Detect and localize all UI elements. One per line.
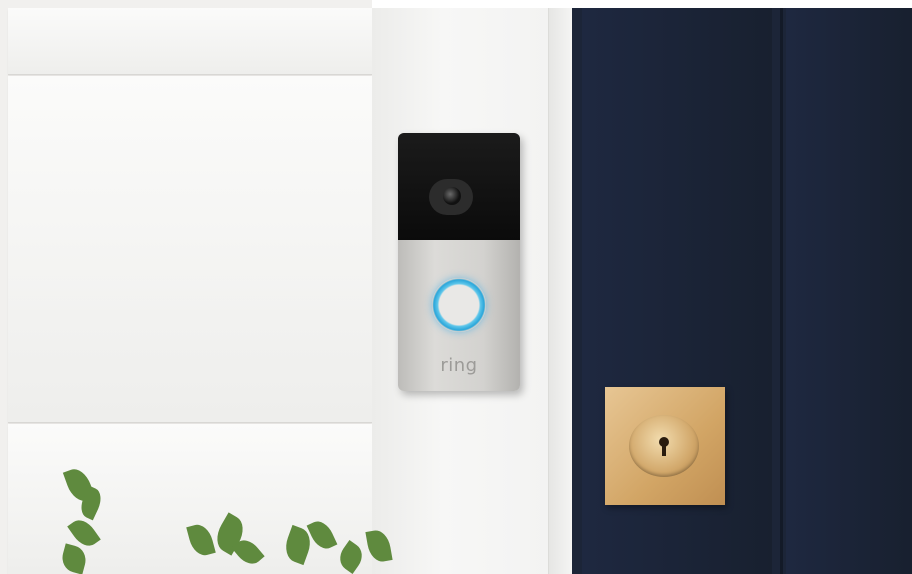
camera-lens-icon [429,179,473,215]
siding-board [8,76,372,423]
doorbell-button[interactable] [432,278,486,332]
leaf [365,528,393,564]
video-doorbell: ring [398,133,520,391]
camera-band [398,133,520,240]
doorbell-scene: ring [0,0,912,574]
deadbolt-lock [605,387,725,505]
leaf [306,517,338,553]
lock-cylinder [629,415,699,477]
plant-foliage [50,458,410,574]
door-panel [786,8,912,574]
leaf [186,521,216,559]
door-jamb [548,8,573,574]
door-panel-seam [780,8,783,574]
leaf [334,540,368,574]
siding-board [8,8,372,75]
keyhole-icon [657,437,671,457]
brand-logo: ring [440,355,478,376]
leaf [59,543,89,574]
